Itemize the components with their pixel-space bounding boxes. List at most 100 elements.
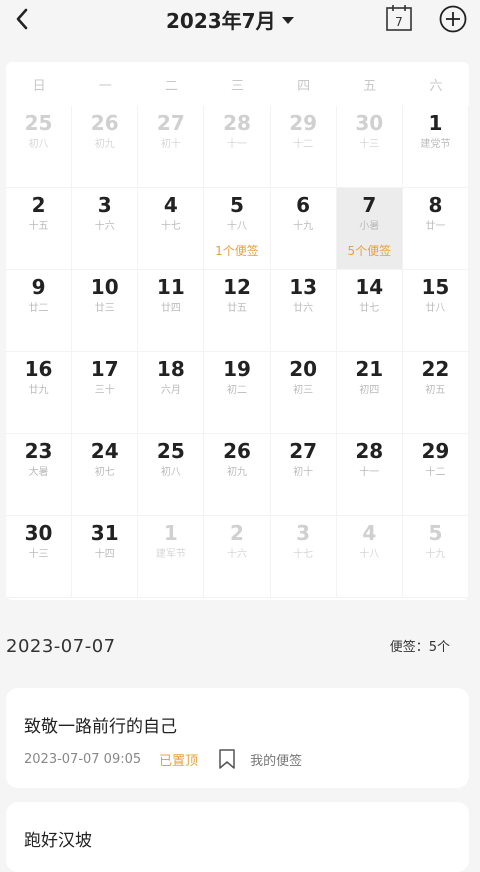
day-cell[interactable]: 5 十八 1个便签 (204, 188, 271, 270)
day-cell[interactable]: 31 十四 (72, 516, 139, 598)
day-number: 1 (428, 111, 443, 135)
day-cell[interactable]: 4 十八 (336, 516, 403, 598)
day-number: 5 (230, 193, 244, 217)
day-number: 3 (296, 521, 311, 545)
day-cell[interactable]: 18 六月 (138, 352, 205, 434)
lunar-date: 十九 (293, 221, 314, 232)
lunar-date: 十一 (359, 467, 380, 478)
plus-circle-icon (439, 5, 467, 33)
lunar-date: 十三 (359, 139, 380, 150)
back-button[interactable] (8, 4, 36, 34)
day-number: 29 (289, 111, 318, 135)
day-cell[interactable]: 28 十一 (204, 106, 271, 188)
day-cell[interactable]: 23 大暑 (6, 434, 73, 516)
day-cell[interactable]: 25 初八 (138, 434, 205, 516)
day-number: 4 (163, 193, 178, 217)
day-number: 11 (156, 275, 185, 299)
day-cell[interactable]: 10 廿三 (72, 270, 139, 352)
day-cell[interactable]: 25 初八 (6, 106, 73, 188)
today-button[interactable]: 7 (385, 4, 413, 32)
note-card[interactable]: 致敬一路前行的自己 2023-07-07 09:05 已置顶 我的便签 (6, 688, 469, 788)
lunar-date: 初十 (160, 139, 181, 150)
day-number: 16 (24, 357, 53, 381)
note-count: 便签：5个 (389, 640, 450, 655)
lunar-date: 建军节 (155, 549, 186, 560)
day-cell[interactable]: 30 十三 (336, 106, 403, 188)
day-cell[interactable]: 5 十九 (402, 516, 469, 598)
day-cell[interactable]: 7 小暑 5个便签 (336, 188, 403, 270)
day-cell[interactable]: 1 建党节 (402, 106, 469, 188)
lunar-date: 廿五 (226, 303, 247, 314)
weekday-label: 四 (297, 78, 311, 94)
lunar-date: 廿九 (28, 385, 49, 396)
day-cell[interactable]: 2 十六 (204, 516, 271, 598)
lunar-date: 初九 (226, 467, 247, 478)
day-cell[interactable]: 11 廿四 (138, 270, 205, 352)
day-cell[interactable]: 3 十七 (270, 516, 337, 598)
pinned-badge: 已置顶 (159, 753, 199, 769)
day-cell[interactable]: 19 初二 (204, 352, 271, 434)
lunar-date: 十六 (94, 221, 115, 232)
day-number: 9 (31, 275, 46, 299)
lunar-date: 初七 (94, 467, 115, 478)
day-cell[interactable]: 15 廿八 (402, 270, 469, 352)
day-cell[interactable]: 13 廿六 (270, 270, 337, 352)
day-cell[interactable]: 2 十五 (6, 188, 73, 270)
month-selector[interactable]: 2023年7月 (166, 6, 294, 33)
day-cell[interactable]: 9 廿二 (6, 270, 73, 352)
day-number: 30 (24, 521, 53, 545)
day-number: 8 (428, 193, 443, 217)
day-number: 29 (421, 439, 450, 463)
day-cell[interactable]: 22 初五 (402, 352, 469, 434)
weekday-label: 六 (429, 78, 443, 94)
lunar-date: 十二 (425, 467, 446, 478)
day-cell[interactable]: 26 初九 (204, 434, 271, 516)
day-cell[interactable]: 27 初十 (138, 106, 205, 188)
selected-date: 2023-07-07 (6, 636, 116, 657)
day-cell[interactable]: 14 廿七 (336, 270, 403, 352)
day-number: 2 (31, 193, 46, 217)
day-cell[interactable]: 6 十九 (270, 188, 337, 270)
day-cell[interactable]: 29 十二 (270, 106, 337, 188)
day-number: 22 (421, 357, 450, 381)
day-cell[interactable]: 21 初四 (336, 352, 403, 434)
day-number: 27 (289, 439, 318, 463)
day-cell[interactable]: 8 廿一 (402, 188, 469, 270)
note-card[interactable]: 跑好汉坡 (6, 802, 469, 872)
day-cell[interactable]: 4 十七 (138, 188, 205, 270)
add-note-button[interactable] (438, 4, 468, 34)
lunar-date: 十二 (293, 139, 314, 150)
day-cell[interactable]: 20 初三 (270, 352, 337, 434)
weekday-label: 日 (32, 78, 46, 94)
bookmark-icon (216, 748, 238, 770)
lunar-date: 十八 (226, 221, 247, 232)
day-cell[interactable]: 16 廿九 (6, 352, 73, 434)
day-number: 5 (428, 521, 443, 545)
lunar-date: 廿七 (359, 303, 380, 314)
day-cell[interactable]: 12 廿五 (204, 270, 271, 352)
day-number: 17 (90, 357, 119, 381)
lunar-date: 大暑 (28, 467, 49, 478)
day-cell[interactable]: 1 建军节 (138, 516, 205, 598)
day-number: 25 (156, 439, 185, 463)
day-number: 6 (296, 193, 311, 217)
day-cell[interactable]: 3 十六 (72, 188, 139, 270)
note-time: 2023-07-07 09:05 (24, 751, 142, 767)
day-number: 26 (223, 439, 251, 463)
day-cell[interactable]: 30 十三 (6, 516, 73, 598)
day-cell[interactable]: 24 初七 (72, 434, 139, 516)
day-number: 1 (163, 521, 178, 545)
lunar-date: 十七 (160, 221, 181, 232)
day-cell[interactable]: 29 十二 (402, 434, 469, 516)
weekday-header: 日一二三四五六 (6, 62, 469, 106)
day-cell[interactable]: 28 十一 (336, 434, 403, 516)
day-number: 2 (230, 521, 244, 545)
day-cell[interactable]: 17 三十 (72, 352, 139, 434)
month-title: 2023年7月 (166, 8, 276, 33)
note-title: 致敬一路前行的自己 (24, 717, 177, 737)
day-cell[interactable]: 27 初十 (270, 434, 337, 516)
lunar-date: 初九 (94, 139, 115, 150)
day-number: 25 (24, 111, 53, 135)
day-number: 18 (156, 357, 185, 381)
day-cell[interactable]: 26 初九 (72, 106, 139, 188)
